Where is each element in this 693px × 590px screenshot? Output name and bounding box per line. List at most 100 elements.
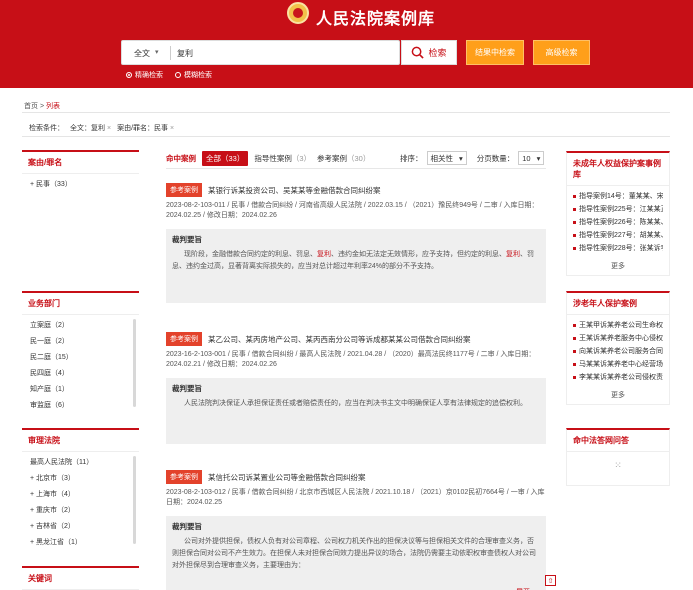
list-item[interactable]: 指导性案例227号：胡某某、 (573, 229, 663, 242)
facet-item[interactable]: 民二庭（15） (30, 350, 131, 366)
divider (22, 112, 670, 113)
site-header: 人民法院案例库 全文 ▾ 检索 结果中检索 高级检索 精确检索 模糊检索 (0, 0, 693, 88)
facet-item[interactable]: 知产庭（1） (30, 382, 131, 398)
case-title-link[interactable]: 某银行诉某投资公司、吴某某等金融借款合同纠纷案 (208, 185, 381, 196)
breadcrumb: 首页 > 列表 (24, 103, 60, 110)
breadcrumb-home[interactable]: 首页 (24, 103, 38, 110)
list-item[interactable]: 王某诉某养老服务中心侵权纠纷案 (573, 332, 663, 345)
scrollbar[interactable] (133, 319, 136, 407)
fuzzy-search-radio[interactable]: 模糊检索 (175, 70, 212, 80)
search-input[interactable] (177, 44, 395, 62)
case-title-link[interactable]: 某信托公司诉某置业公司等金融借款合同纠纷案 (208, 472, 366, 483)
search-scope-select[interactable]: 全文 (134, 48, 150, 59)
search-icon (412, 46, 425, 59)
close-icon[interactable]: × (170, 125, 174, 132)
case-summary-box: 裁判要旨 现阶段，金融借款合同约定的利息、罚息、复利、违约金如无法定无效情形，应… (166, 229, 546, 303)
panel-title: 审理法院 (22, 430, 139, 452)
facet-item[interactable]: + 黑龙江省（1） (30, 535, 131, 551)
facet-item[interactable]: 最高人民法院（11） (30, 455, 131, 471)
page-size-select[interactable]: 10 ▾ (518, 151, 545, 165)
condition-tag[interactable]: 全文：复利 × (70, 123, 111, 133)
sort-controls: 排序： 相关性 ▾ 分页数量： 10 ▾ (400, 151, 545, 165)
list-item[interactable]: 指导性案例228号：张某诉李 (573, 242, 663, 255)
case-item: 参考案例 某银行诉某投资公司、吴某某等金融借款合同纠纷案 2023-08-2-1… (166, 183, 546, 303)
chevron-down-icon: ▾ (536, 153, 541, 163)
facet-item[interactable]: + 吉林省（2） (30, 519, 131, 535)
breadcrumb-current: 列表 (46, 103, 60, 110)
summary-text: 公司对外提供担保，债权人负有对公司章程、公司权力机关作出的担保决议等与担保相关文… (172, 538, 536, 569)
case-type-badge: 参考案例 (166, 332, 202, 346)
list-item[interactable]: 向某诉某养老公司服务合同纠 (573, 345, 663, 358)
summary-title: 裁判要旨 (172, 522, 202, 531)
scrollbar[interactable] (133, 456, 136, 544)
list-item[interactable]: 王某甲诉某养老公司生命权纠 (573, 319, 663, 332)
divider (166, 168, 546, 169)
case-item: 参考案例 某信托公司诉某置业公司等金融借款合同纠纷案 2023-08-2-103… (166, 470, 546, 590)
case-meta: 2023-08-2-103-012 / 民事 / 借款合同纠纷 / 北京市西城区… (166, 489, 545, 506)
chevron-down-icon[interactable]: ▾ (155, 48, 159, 56)
panel-title: 案由/罪名 (22, 152, 139, 174)
chevron-down-icon: ▾ (459, 153, 463, 163)
facet-item[interactable]: 民一庭（2） (30, 334, 131, 350)
elderly-protection-panel: 涉老年人保护案例 王某甲诉某养老公司生命权纠 王某诉某养老服务中心侵权纠纷案 向… (566, 291, 670, 405)
facet-item[interactable]: + 民事（33） (30, 177, 131, 193)
panel-title: 关键词 (22, 568, 139, 590)
facet-item[interactable]: 审监庭（6） (30, 398, 131, 414)
list-item[interactable]: 指导性案例226号：陈某某、 (573, 216, 663, 229)
tab-reference[interactable]: 参考案例（30） (317, 153, 370, 164)
court-facet-panel: 审理法院 最高人民法院（11） + 北京市（3） + 上海市（4） + 重庆市（… (22, 428, 139, 554)
site-title: 人民法院案例库 (316, 9, 436, 28)
tab-guiding[interactable]: 指导性案例（3） (254, 153, 311, 164)
facet-item[interactable]: 民四庭（4） (30, 366, 131, 382)
case-type-badge: 参考案例 (166, 470, 202, 484)
facet-item[interactable]: + 上海市（4） (30, 487, 131, 503)
case-meta: 2023-08-2-103-011 / 民事 / 借款合同纠纷 / 河南省高级人… (166, 202, 539, 219)
cause-facet-panel: 案由/罪名 + 民事（33） (22, 150, 139, 196)
list-item[interactable]: 马某某诉某养老中心经营场所 (573, 358, 663, 371)
facet-item[interactable]: + 重庆市（2） (30, 503, 131, 519)
list-item[interactable]: 指导案例14号：董某某、宋某 (573, 190, 663, 203)
search-divider (170, 46, 171, 60)
court-emblem-icon (287, 2, 309, 24)
department-facet-panel: 业务部门 立案庭（2） 民一庭（2） 民二庭（15） 民四庭（4） 知产庭（1）… (22, 291, 139, 417)
scroll-to-top-button[interactable]: ⇧ (545, 575, 556, 586)
conditions-label: 检索条件： (29, 125, 64, 132)
facet-item[interactable]: 立案庭（2） (30, 318, 131, 334)
panel-title: 涉老年人保护案例 (567, 293, 669, 315)
case-summary-box: 裁判要旨 人民法院判决保证人承担保证责任或者赔偿责任的，应当在判决书主文中明确保… (166, 378, 546, 444)
advanced-search-button[interactable]: 高级检索 (533, 40, 590, 65)
search-button-label: 检索 (428, 48, 447, 58)
case-meta: 2023-16-2-103-001 / 民事 / 借款合同纠纷 / 最高人民法院… (166, 351, 536, 368)
facet-item[interactable]: + 北京市（3） (30, 471, 131, 487)
precise-search-radio[interactable]: 精确检索 (126, 70, 163, 80)
minors-protection-panel: 未成年人权益保护案事例库 指导案例14号：董某某、宋某 指导性案例225号：江某… (566, 151, 670, 276)
list-item[interactable]: 李某某诉某养老公司侵权责任纠 (573, 371, 663, 384)
condition-tag[interactable]: 案由/罪名：民事 × (117, 123, 174, 133)
panel-title: 未成年人权益保护案事例库 (567, 153, 669, 186)
tab-all[interactable]: 全部（33） (202, 151, 249, 166)
radio-unchecked-icon (175, 72, 181, 78)
search-button[interactable]: 检索 (401, 40, 457, 65)
loading-spinner-icon: ⁙ (614, 460, 622, 470)
summary-title: 裁判要旨 (172, 235, 202, 244)
tab-hit-cases: 命中案例 (166, 154, 196, 163)
summary-text: 人民法院判决保证人承担保证责任或者赔偿责任的，应当在判决书主文中明确保证人享有法… (184, 400, 527, 407)
more-link[interactable]: 更多 (567, 388, 669, 404)
search-mode-options: 精确检索 模糊检索 (126, 70, 212, 80)
search-box: 全文 ▾ (121, 40, 400, 65)
list-item[interactable]: 指导性案例225号：江某某正 (573, 203, 663, 216)
search-within-results-button[interactable]: 结果中检索 (466, 40, 524, 65)
close-icon[interactable]: × (107, 125, 111, 132)
search-conditions: 检索条件： 全文：复利 × 案由/罪名：民事 × (29, 123, 174, 133)
summary-text: 现阶段，金融借款合同约定的利息、罚息、复利、违约金如无法定无效情形，应予支持，但… (172, 251, 534, 270)
case-type-badge: 参考案例 (166, 183, 202, 197)
sort-select[interactable]: 相关性 ▾ (426, 151, 467, 165)
case-title-link[interactable]: 某乙公司、某丙房地产公司、某丙西南分公司等诉成都某某公司借款合同纠纷案 (208, 334, 471, 345)
panel-title: 命中法答网问答 (567, 430, 669, 452)
radio-checked-icon (126, 72, 132, 78)
keyword-facet-panel: 关键词 (22, 566, 139, 590)
case-item: 参考案例 某乙公司、某丙房地产公司、某丙西南分公司等诉成都某某公司借款合同纠纷案… (166, 332, 546, 444)
more-link[interactable]: 更多 (567, 259, 669, 275)
panel-title: 业务部门 (22, 293, 139, 315)
case-type-tabs: 命中案例 全部（33） 指导性案例（3） 参考案例（30） (166, 151, 370, 166)
